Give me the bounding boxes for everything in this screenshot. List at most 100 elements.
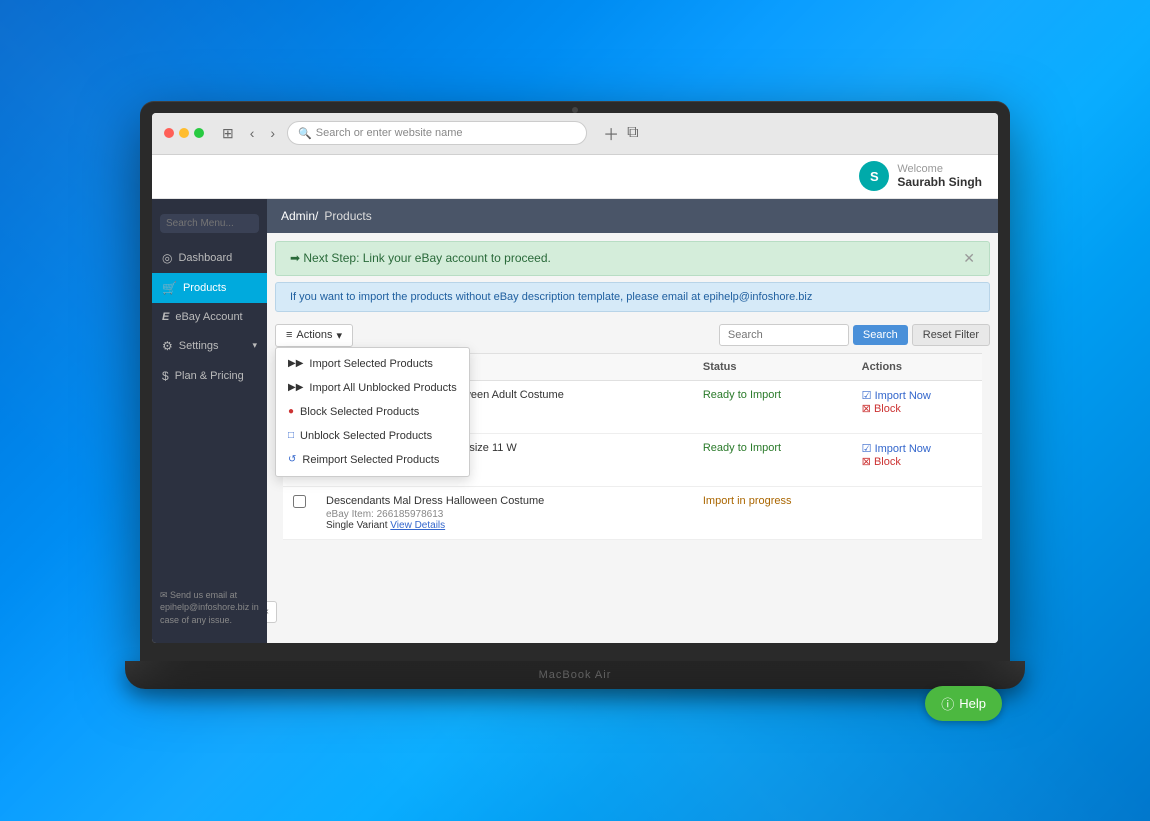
sidebar-label-dashboard: Dashboard [178,252,232,264]
row-status-2: Ready to Import [693,433,852,486]
chevron-down-icon: ▾ [252,340,257,351]
avatar: S [859,161,889,191]
laptop-model-label: MacBook Air [539,669,612,681]
sidebar-item-products[interactable]: 🛒 Products [152,273,267,303]
actions-icon: ≡ [286,329,292,341]
actions-button[interactable]: ≡ Actions ▾ [275,324,353,347]
app-body: ◎ Dashboard 🛒 Products E eBay Account [152,199,998,643]
address-placeholder: Search or enter website name [316,127,463,139]
sidebar-item-plan-pricing[interactable]: $ Plan & Pricing [152,361,267,391]
row-actions-1: ☑ Import Now ⊠ Block [852,380,982,433]
welcome-label: Welcome [897,163,982,175]
import-all-icon: ▶▶ [288,382,303,393]
row-status-1: Ready to Import [693,380,852,433]
address-bar[interactable]: 🔍 Search or enter website name [287,121,587,145]
row-actions-2: ☑ Import Now ⊠ Block [852,433,982,486]
browser-toolbar: ⊞ ‹ › 🔍 Search or enter website name ＋ ⧉ [152,113,998,155]
sidebar: ◎ Dashboard 🛒 Products E eBay Account [152,199,267,643]
actions-dropdown[interactable]: ≡ Actions ▾ ▶▶ Import Selected Product [275,324,353,347]
menu-import-all[interactable]: ▶▶ Import All Unblocked Products [276,376,469,400]
menu-reimport-selected[interactable]: ↺ Reimport Selected Products [276,448,469,472]
ebay-icon: E [162,311,169,323]
menu-unblock-label: Unblock Selected Products [300,430,432,442]
row-status-3: Import in progress [693,486,852,539]
info-banner: If you want to import the products witho… [275,282,990,312]
dashboard-icon: ◎ [162,251,172,265]
new-tab-button[interactable]: ＋ [603,121,619,145]
search-menu-input[interactable] [160,214,259,233]
window-layout-icon: ⊞ [222,125,234,142]
unblock-icon: □ [288,430,294,441]
row-product-3: Descendants Mal Dress Halloween Costume … [316,486,693,539]
content-toolbar: ≡ Actions ▾ ▶▶ Import Selected Product [267,318,998,353]
user-name: Saurabh Singh [897,175,982,189]
import-now-link-1[interactable]: ☑ Import Now [862,389,972,402]
sidebar-label-products: Products [183,282,226,294]
browser-actions: ＋ ⧉ [603,121,638,145]
close-traffic-light[interactable] [164,128,174,138]
traffic-lights [164,128,204,138]
footer-email-text: ✉ Send us email at epihelp@infoshore.biz… [160,590,259,625]
actions-menu: ▶▶ Import Selected Products ▶▶ Import Al… [275,347,470,477]
table-row: Descendants Mal Dress Halloween Costume … [283,486,982,539]
collapse-sidebar-button[interactable]: « [267,601,277,623]
actions-label: Actions [296,329,332,341]
search-button[interactable]: Search [853,325,908,345]
row-actions-3 [852,486,982,539]
search-input[interactable] [719,324,849,346]
import-now-link-2[interactable]: ☑ Import Now [862,442,972,455]
sidebar-footer: ✉ Send us email at epihelp@infoshore.biz… [152,581,267,635]
menu-unblock-selected[interactable]: □ Unblock Selected Products [276,424,469,448]
col-status: Status [693,353,852,380]
col-actions: Actions [852,353,982,380]
alert-text: ➡ Next Step: Link your eBay account to p… [290,251,551,265]
search-area: Search Reset Filter [719,324,990,346]
row-checkbox-3[interactable] [283,486,316,539]
menu-import-all-label: Import All Unblocked Products [309,382,456,394]
alert-close-button[interactable]: ✕ [963,250,975,267]
forward-button[interactable]: › [266,123,279,143]
help-button[interactable]: ⓘ Help [925,686,1002,721]
breadcrumb: Admin/ Products [267,199,998,233]
duplicate-button[interactable]: ⧉ [627,121,638,145]
products-icon: 🛒 [162,281,177,295]
maximize-traffic-light[interactable] [194,128,204,138]
actions-chevron: ▾ [337,329,343,342]
help-label: Help [959,696,986,711]
sidebar-label-ebay: eBay Account [175,311,242,323]
breadcrumb-admin[interactable]: Admin/ [281,209,318,223]
sidebar-label-settings: Settings [179,340,219,352]
block-link-2[interactable]: ⊠ Block [862,455,972,468]
user-text: Welcome Saurabh Singh [897,163,982,189]
menu-block-label: Block Selected Products [300,406,419,418]
back-button[interactable]: ‹ [246,123,259,143]
menu-import-selected-label: Import Selected Products [309,358,433,370]
view-details-link-3[interactable]: View Details [390,520,445,531]
minimize-traffic-light[interactable] [179,128,189,138]
menu-reimport-label: Reimport Selected Products [302,454,439,466]
laptop-screen: ⊞ ‹ › 🔍 Search or enter website name ＋ ⧉ [152,113,998,643]
sidebar-item-dashboard[interactable]: ◎ Dashboard [152,243,267,273]
reset-filter-button[interactable]: Reset Filter [912,324,990,346]
import-selected-icon: ▶▶ [288,358,303,369]
sidebar-item-settings[interactable]: ⚙ Settings ▾ [152,331,267,361]
sidebar-search-container [152,207,267,239]
block-icon: ● [288,406,294,417]
browser: ⊞ ‹ › 🔍 Search or enter website name ＋ ⧉ [152,113,998,643]
sidebar-item-ebay-account[interactable]: E eBay Account [152,303,267,331]
laptop-base: MacBook Air [125,661,1025,689]
settings-icon: ⚙ [162,339,173,353]
alert-banner: ➡ Next Step: Link your eBay account to p… [275,241,990,276]
block-link-1[interactable]: ⊠ Block [862,402,972,415]
main-content: ➡ Next Step: Link your eBay account to p… [267,233,998,643]
breadcrumb-current: Products [324,209,371,223]
help-icon: ⓘ [941,694,954,713]
screen-bezel: ⊞ ‹ › 🔍 Search or enter website name ＋ ⧉ [140,101,1010,661]
menu-import-selected[interactable]: ▶▶ Import Selected Products [276,352,469,376]
search-icon: 🔍 [298,127,312,140]
laptop-container: ⊞ ‹ › 🔍 Search or enter website name ＋ ⧉ [140,101,1010,721]
menu-block-selected[interactable]: ● Block Selected Products [276,400,469,424]
pricing-icon: $ [162,369,169,383]
app-header: S Welcome Saurabh Singh [152,155,998,199]
info-text: If you want to import the products witho… [290,291,812,303]
